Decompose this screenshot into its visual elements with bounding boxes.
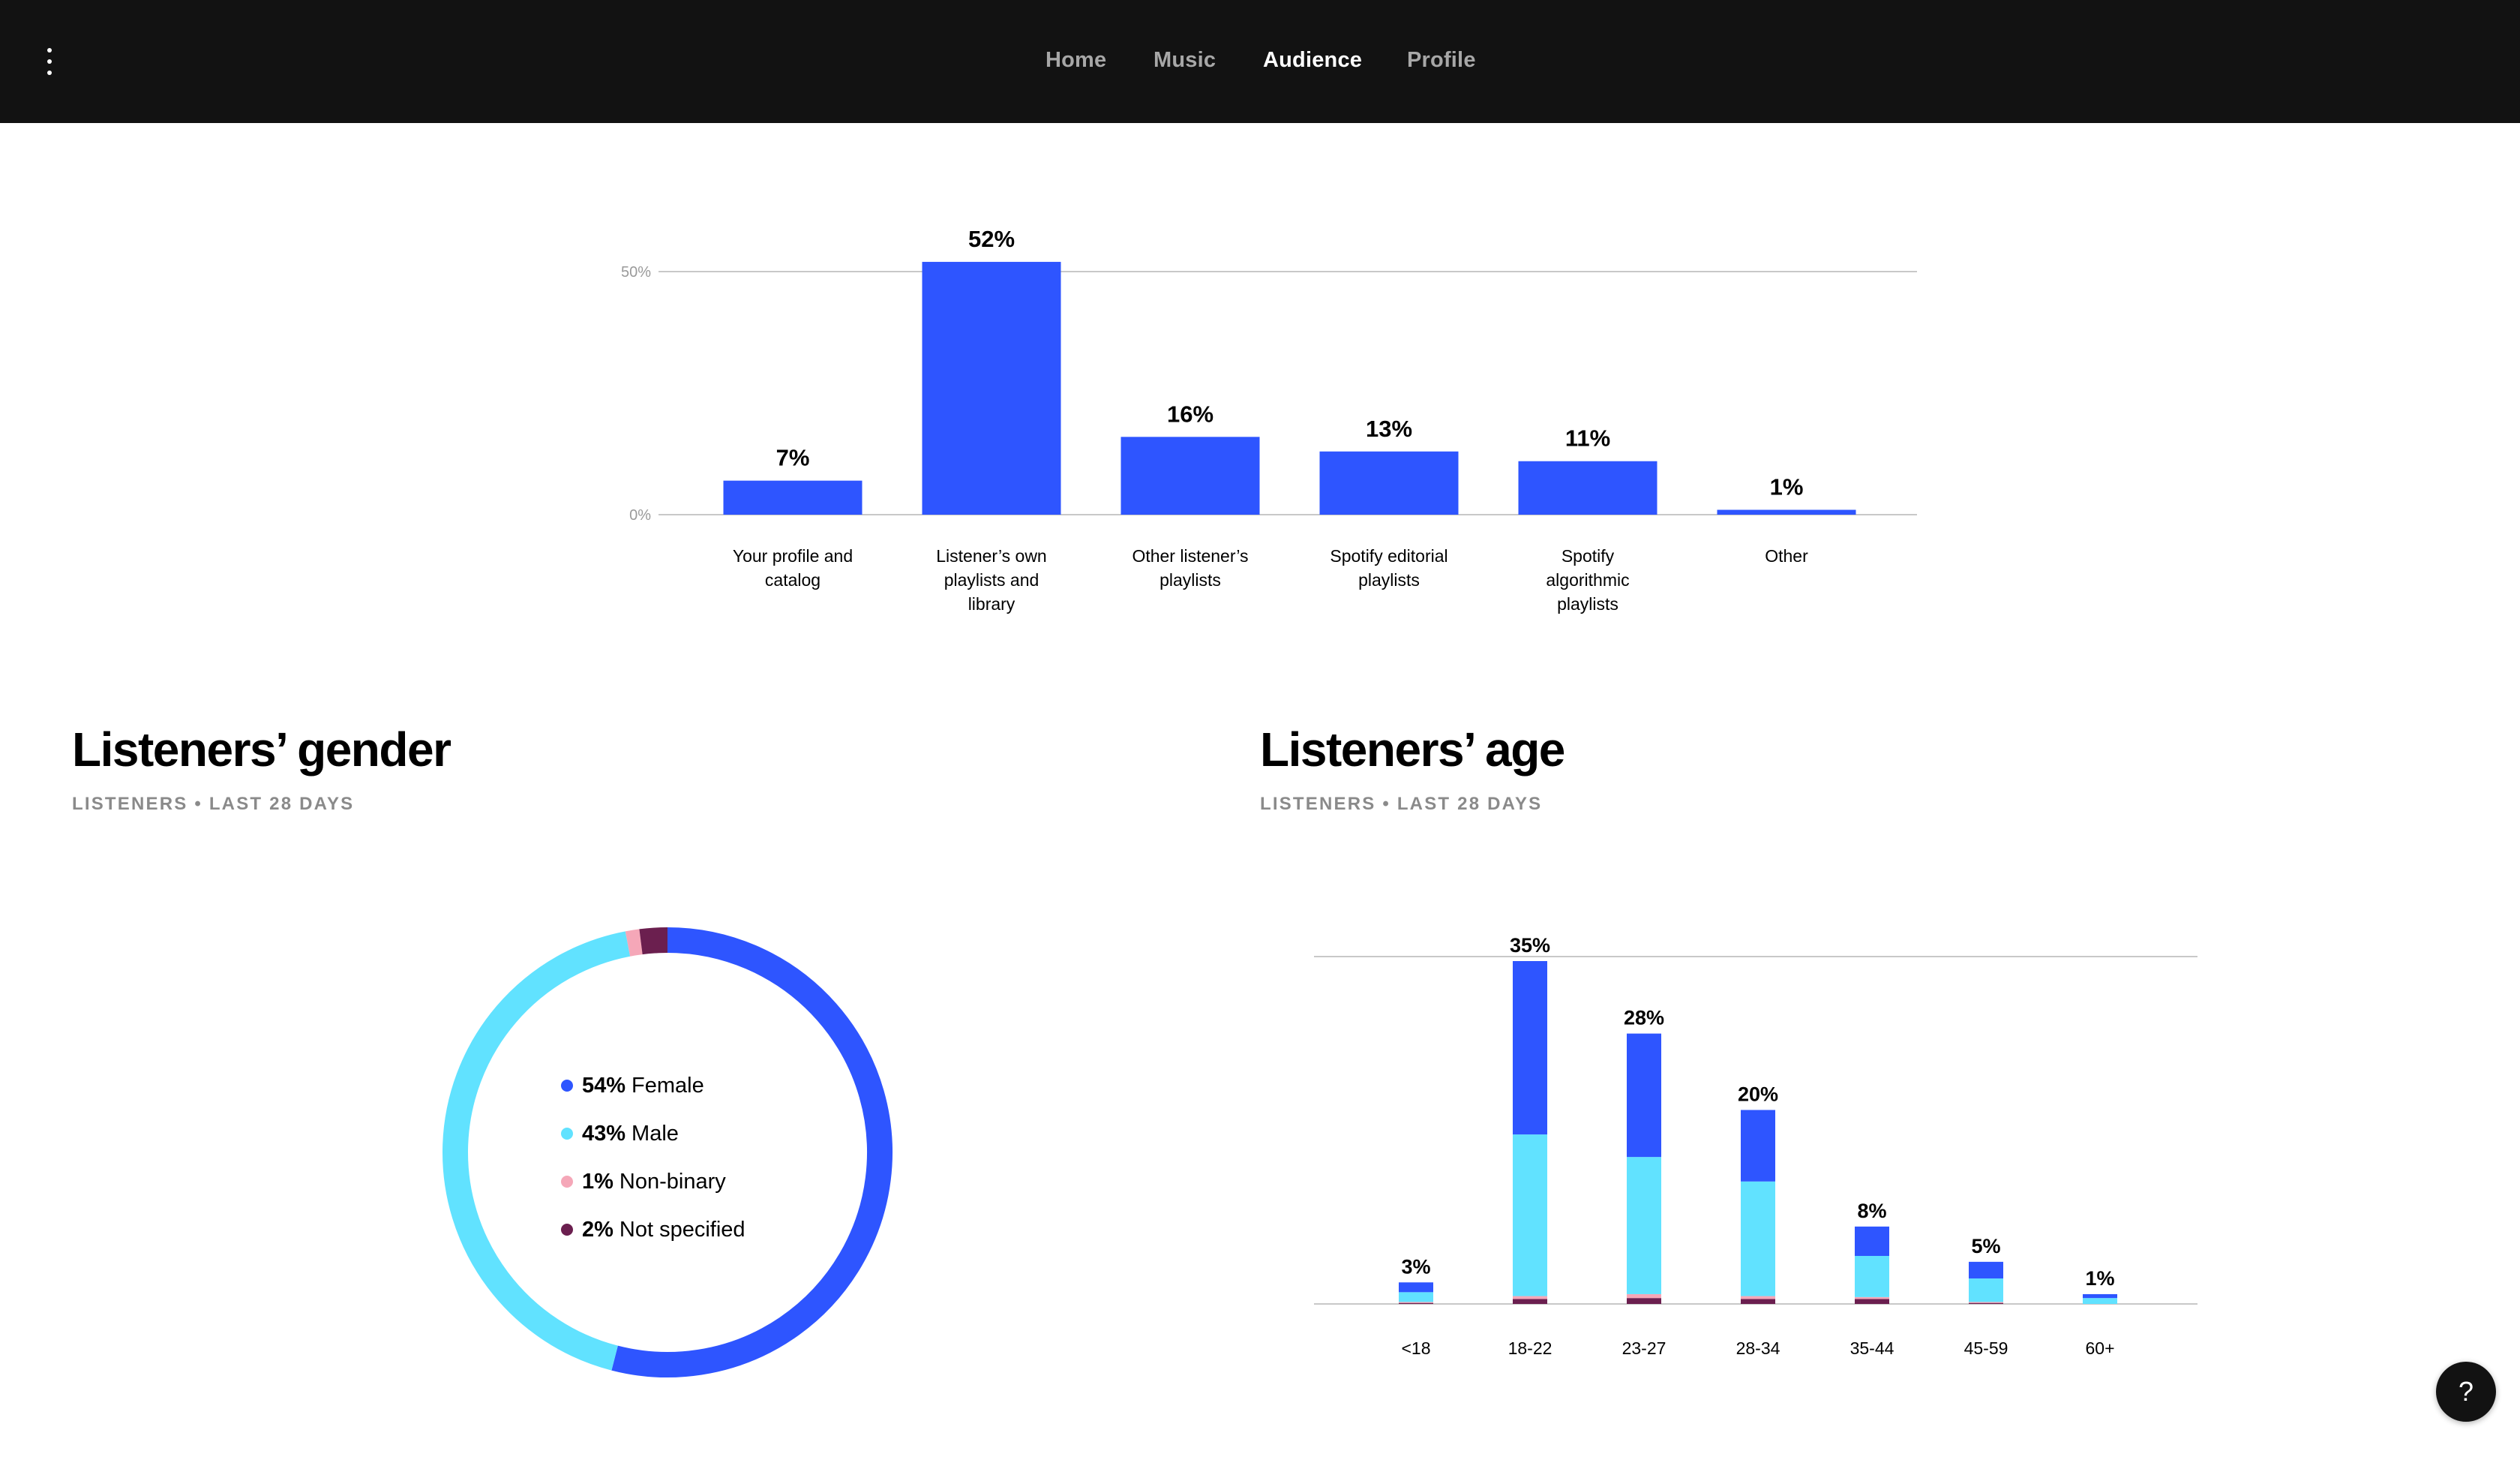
age-bar-segment-male[interactable]: [1969, 1278, 2003, 1302]
nav-music[interactable]: Music: [1154, 48, 1216, 73]
source-category-label: catalog: [765, 570, 820, 590]
source-category-label: Your profile and: [733, 546, 853, 566]
source-category-label: algorithmic: [1546, 570, 1629, 590]
source-bar-value-label: 13%: [1366, 416, 1412, 442]
top-nav-bar: Home Music Audience Profile: [0, 0, 2520, 123]
age-bar-segment-not-specified[interactable]: [1627, 1298, 1661, 1304]
age-bar-total-label: 3%: [1401, 1255, 1430, 1278]
age-bar-segment-male[interactable]: [2083, 1298, 2117, 1304]
age-bar-segment-female[interactable]: [1627, 1033, 1661, 1158]
source-category-label: Listener’s own: [936, 546, 1046, 566]
help-button[interactable]: ?: [2436, 1362, 2496, 1422]
age-bar-total-label: 20%: [1738, 1083, 1778, 1105]
nav-profile[interactable]: Profile: [1407, 48, 1476, 73]
age-bar-segment-nonbinary[interactable]: [1855, 1296, 1889, 1299]
age-bar-segment-male[interactable]: [1741, 1181, 1775, 1296]
age-bar-segment-not-specified[interactable]: [1741, 1299, 1775, 1304]
main-nav: Home Music Audience Profile: [0, 0, 2520, 123]
source-bar[interactable]: [922, 262, 1061, 515]
age-bar-segment-not-specified[interactable]: [1969, 1302, 2003, 1304]
age-bar-segment-female[interactable]: [1399, 1282, 1433, 1293]
age-category-label: 60+: [2085, 1338, 2114, 1358]
gender-title: Listeners’ gender: [72, 722, 452, 777]
age-bar-segment-not-specified[interactable]: [1513, 1299, 1547, 1304]
source-category-label: Other listener’s: [1132, 546, 1248, 566]
age-bar-segment-male[interactable]: [1855, 1256, 1889, 1297]
y-tick-0: 0%: [629, 507, 651, 524]
source-category-label: Spotify editorial: [1330, 546, 1448, 566]
age-title: Listeners’ age: [1260, 722, 1565, 777]
age-category-label: 28-34: [1736, 1338, 1780, 1358]
source-bar[interactable]: [1717, 509, 1856, 515]
source-bar-value-label: 11%: [1565, 425, 1610, 452]
age-bar-segment-nonbinary[interactable]: [1513, 1296, 1547, 1299]
age-bar-total-label: 5%: [1971, 1235, 2000, 1257]
gender-subtitle: LISTENERS • LAST 28 DAYS: [72, 794, 355, 814]
source-category-label: playlists and: [944, 570, 1040, 590]
age-bar-total-label: 35%: [1510, 934, 1550, 957]
source-bar[interactable]: [1518, 461, 1658, 515]
help-icon: ?: [2458, 1376, 2474, 1407]
age-bar-segment-female[interactable]: [1855, 1226, 1889, 1257]
age-bar-segment-female[interactable]: [2083, 1293, 2117, 1299]
source-bar[interactable]: [1120, 437, 1260, 515]
age-category-label: 45-59: [1964, 1338, 2008, 1358]
source-category-label: playlists: [1557, 594, 1618, 614]
age-bar-total-label: 8%: [1857, 1200, 1886, 1222]
age-bar-segment-male[interactable]: [1627, 1157, 1661, 1294]
age-bar-total-label: 1%: [2085, 1267, 2114, 1290]
nav-audience[interactable]: Audience: [1263, 48, 1362, 73]
y-tick-50: 50%: [621, 264, 651, 281]
source-category-label: playlists: [1160, 570, 1221, 590]
age-stacked-bar-chart: 3% <18 35% 18-22 28% 23-27 20% 28-34 8% 35-44 5% 45…: [1314, 934, 2198, 1358]
source-bar[interactable]: [1319, 451, 1459, 515]
age-bar-segment-male[interactable]: [1513, 1134, 1547, 1296]
source-category-label: library: [968, 594, 1016, 614]
age-category-label: 23-27: [1622, 1338, 1666, 1358]
source-bar-value-label: 7%: [776, 445, 810, 471]
source-category-label: playlists: [1358, 570, 1420, 590]
age-bar-segment-not-specified[interactable]: [1855, 1299, 1889, 1304]
age-bar-segment-nonbinary[interactable]: [1627, 1293, 1661, 1299]
source-category-label: Other: [1765, 546, 1808, 566]
source-bar-value-label: 52%: [968, 226, 1015, 252]
age-bar-segment-female[interactable]: [1513, 961, 1547, 1135]
age-bar-segment-female[interactable]: [1741, 1110, 1775, 1182]
age-bar-segment-female[interactable]: [1969, 1261, 2003, 1279]
source-bar-chart: 50% 0% 7% Your profile and catalog 52% Liste…: [621, 226, 1917, 614]
age-bar-segment-nonbinary[interactable]: [1741, 1296, 1775, 1299]
source-bar-value-label: 1%: [1770, 474, 1804, 500]
nav-home[interactable]: Home: [1046, 48, 1106, 73]
age-subtitle: LISTENERS • LAST 28 DAYS: [1260, 794, 1543, 814]
age-category-label: 18-22: [1508, 1338, 1552, 1358]
source-bar[interactable]: [723, 480, 862, 515]
age-bar-segment-not-specified[interactable]: [1399, 1302, 1433, 1304]
age-category-label: <18: [1401, 1338, 1430, 1358]
age-bar-total-label: 28%: [1624, 1007, 1664, 1029]
source-category-label: Spotify: [1562, 546, 1615, 566]
age-bar-segment-male[interactable]: [1399, 1292, 1433, 1302]
age-category-label: 35-44: [1850, 1338, 1894, 1358]
source-bar-value-label: 16%: [1167, 401, 1214, 427]
